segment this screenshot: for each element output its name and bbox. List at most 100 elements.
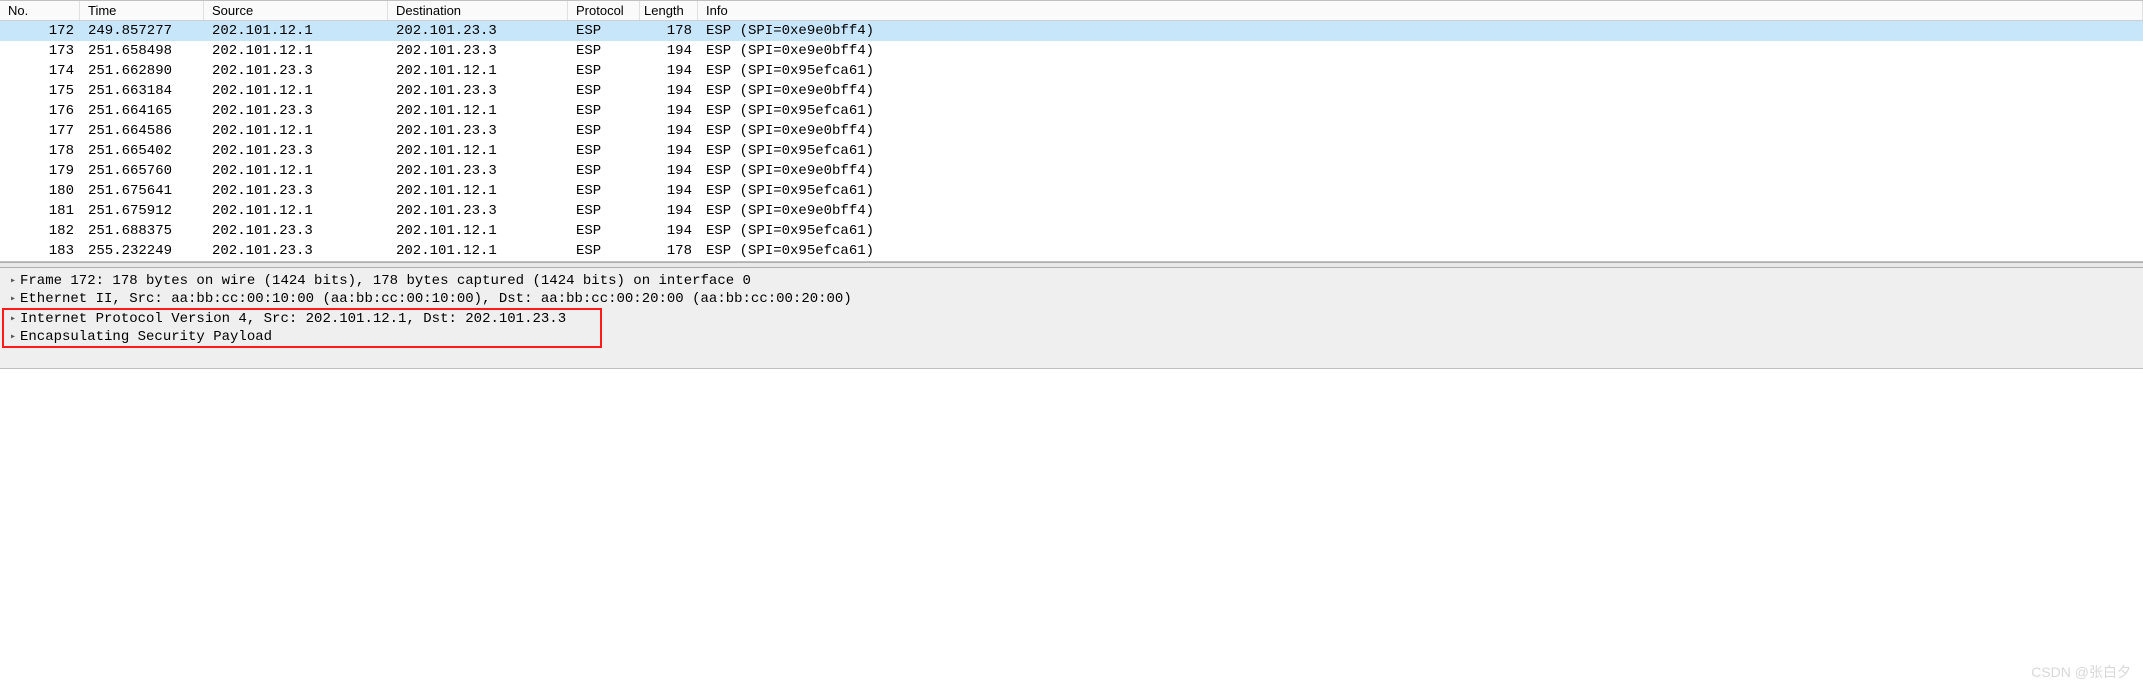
cell-proto: ESP xyxy=(568,141,640,161)
cell-dest: 202.101.12.1 xyxy=(388,181,568,201)
cell-source: 202.101.12.1 xyxy=(204,121,388,141)
packet-row[interactable]: 176251.664165202.101.23.3202.101.12.1ESP… xyxy=(0,101,2143,121)
cell-length: 194 xyxy=(640,41,698,61)
packet-row[interactable]: 183255.232249202.101.23.3202.101.12.1ESP… xyxy=(0,241,2143,261)
packet-row[interactable]: 182251.688375202.101.23.3202.101.12.1ESP… xyxy=(0,221,2143,241)
cell-info: ESP (SPI=0xe9e0bff4) xyxy=(698,21,2143,41)
cell-no: 177 xyxy=(0,121,80,141)
cell-dest: 202.101.12.1 xyxy=(388,61,568,81)
cell-length: 194 xyxy=(640,201,698,221)
cell-dest: 202.101.23.3 xyxy=(388,41,568,61)
cell-no: 183 xyxy=(0,241,80,261)
cell-no: 182 xyxy=(0,221,80,241)
cell-length: 178 xyxy=(640,21,698,41)
cell-dest: 202.101.23.3 xyxy=(388,81,568,101)
detail-frame[interactable]: ▸ Frame 172: 178 bytes on wire (1424 bit… xyxy=(0,272,2143,290)
cell-info: ESP (SPI=0xe9e0bff4) xyxy=(698,81,2143,101)
cell-no: 180 xyxy=(0,181,80,201)
cell-length: 178 xyxy=(640,241,698,261)
cell-time: 249.857277 xyxy=(80,21,204,41)
cell-no: 172 xyxy=(0,21,80,41)
detail-ip[interactable]: ▸ Internet Protocol Version 4, Src: 202.… xyxy=(4,310,600,328)
cell-length: 194 xyxy=(640,161,698,181)
cell-dest: 202.101.12.1 xyxy=(388,141,568,161)
chevron-right-icon[interactable]: ▸ xyxy=(6,331,20,343)
cell-length: 194 xyxy=(640,221,698,241)
packet-row[interactable]: 178251.665402202.101.23.3202.101.12.1ESP… xyxy=(0,141,2143,161)
cell-info: ESP (SPI=0xe9e0bff4) xyxy=(698,201,2143,221)
packet-row[interactable]: 172249.857277202.101.12.1202.101.23.3ESP… xyxy=(0,21,2143,41)
chevron-right-icon[interactable]: ▸ xyxy=(6,313,20,325)
cell-dest: 202.101.23.3 xyxy=(388,21,568,41)
cell-length: 194 xyxy=(640,61,698,81)
chevron-right-icon[interactable]: ▸ xyxy=(6,275,20,287)
cell-no: 181 xyxy=(0,201,80,221)
col-header-destination[interactable]: Destination xyxy=(388,1,568,20)
packet-row[interactable]: 180251.675641202.101.23.3202.101.12.1 ESP… xyxy=(0,181,2143,201)
cell-info: ESP (SPI=0xe9e0bff4) xyxy=(698,41,2143,61)
col-header-source[interactable]: Source xyxy=(204,1,388,20)
cell-source: 202.101.12.1 xyxy=(204,161,388,181)
cell-time: 251.675641 xyxy=(80,181,204,201)
packet-list-pane[interactable]: No. Time Source Destination Protocol Len… xyxy=(0,0,2143,262)
detail-ethernet[interactable]: ▸ Ethernet II, Src: aa:bb:cc:00:10:00 (a… xyxy=(0,290,2143,308)
cell-source: 202.101.12.1 xyxy=(204,41,388,61)
cell-proto: ESP xyxy=(568,61,640,81)
cell-no: 179 xyxy=(0,161,80,181)
cell-time: 251.658498 xyxy=(80,41,204,61)
packet-bytes-pane[interactable] xyxy=(0,368,2143,678)
cell-proto: ESP xyxy=(568,21,640,41)
col-header-no[interactable]: No. xyxy=(0,1,80,20)
detail-esp-text: Encapsulating Security Payload xyxy=(20,329,272,345)
cell-info: ESP (SPI=0xe9e0bff4) xyxy=(698,161,2143,181)
cell-info: ESP (SPI=0x95efca61) xyxy=(698,101,2143,121)
cell-source: 202.101.12.1 xyxy=(204,21,388,41)
packet-row[interactable]: 175251.663184202.101.12.1202.101.23.3ESP… xyxy=(0,81,2143,101)
detail-ethernet-text: Ethernet II, Src: aa:bb:cc:00:10:00 (aa:… xyxy=(20,291,852,307)
packet-row[interactable]: 173251.658498202.101.12.1202.101.23.3ESP… xyxy=(0,41,2143,61)
cell-info: ESP (SPI=0x95efca61) xyxy=(698,221,2143,241)
cell-source: 202.101.23.3 xyxy=(204,61,388,81)
cell-time: 251.665402 xyxy=(80,141,204,161)
cell-time: 251.663184 xyxy=(80,81,204,101)
cell-source: 202.101.23.3 xyxy=(204,221,388,241)
col-header-info[interactable]: Info xyxy=(698,1,2143,20)
cell-proto: ESP xyxy=(568,41,640,61)
cell-time: 251.688375 xyxy=(80,221,204,241)
cell-source: 202.101.23.3 xyxy=(204,141,388,161)
cell-no: 176 xyxy=(0,101,80,121)
packet-row[interactable]: 179251.665760202.101.12.1202.101.23.3 ESP… xyxy=(0,161,2143,181)
packet-row[interactable]: 181251.675912202.101.12.1202.101.23.3ESP… xyxy=(0,201,2143,221)
detail-esp[interactable]: ▸ Encapsulating Security Payload xyxy=(4,328,600,346)
packet-row[interactable]: 174251.662890202.101.23.3202.101.12.1ESP… xyxy=(0,61,2143,81)
cell-source: 202.101.23.3 xyxy=(204,181,388,201)
cell-source: 202.101.12.1 xyxy=(204,201,388,221)
chevron-right-icon[interactable]: ▸ xyxy=(6,293,20,305)
packet-details-pane[interactable]: ▸ Frame 172: 178 bytes on wire (1424 bit… xyxy=(0,268,2143,368)
cell-dest: 202.101.23.3 xyxy=(388,161,568,181)
column-headers: No. Time Source Destination Protocol Len… xyxy=(0,1,2143,21)
col-header-protocol[interactable]: Protocol xyxy=(568,1,640,20)
packet-row[interactable]: 177251.664586202.101.12.1202.101.23.3 ESP… xyxy=(0,121,2143,141)
cell-dest: 202.101.12.1 xyxy=(388,101,568,121)
cell-no: 175 xyxy=(0,81,80,101)
cell-proto: ESP xyxy=(568,201,640,221)
cell-dest: 202.101.12.1 xyxy=(388,241,568,261)
cell-info: ESP (SPI=0xe9e0bff4) xyxy=(698,121,2143,141)
col-header-length[interactable]: Length xyxy=(640,1,698,20)
cell-time: 251.665760 xyxy=(80,161,204,181)
watermark: CSDN @张白夕 xyxy=(2031,662,2131,682)
detail-ip-text: Internet Protocol Version 4, Src: 202.10… xyxy=(20,311,566,327)
cell-dest: 202.101.23.3 xyxy=(388,121,568,141)
col-header-time[interactable]: Time xyxy=(80,1,204,20)
cell-no: 178 xyxy=(0,141,80,161)
cell-no: 174 xyxy=(0,61,80,81)
cell-info: ESP (SPI=0x95efca61) xyxy=(698,181,2143,201)
cell-time: 251.664586 xyxy=(80,121,204,141)
cell-time: 255.232249 xyxy=(80,241,204,261)
cell-info: ESP (SPI=0x95efca61) xyxy=(698,61,2143,81)
cell-length: 194 xyxy=(640,181,698,201)
cell-dest: 202.101.23.3 xyxy=(388,201,568,221)
highlight-box: ▸ Internet Protocol Version 4, Src: 202.… xyxy=(2,308,602,348)
cell-proto: ESP xyxy=(568,241,640,261)
